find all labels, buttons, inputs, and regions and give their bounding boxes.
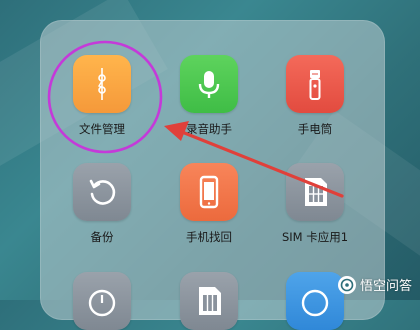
app-backup[interactable]: 备份: [57, 163, 147, 245]
watermark-text: 悟空问答: [359, 279, 412, 294]
app-find-phone[interactable]: 手机找回: [164, 163, 254, 245]
app-file-manager[interactable]: 文件管理: [57, 55, 147, 137]
sim-card-icon: [286, 163, 344, 221]
sim-card-icon: [180, 272, 238, 330]
flashlight-icon: [286, 55, 344, 113]
browser-icon: [286, 272, 344, 330]
watermark: 悟空问答: [337, 275, 412, 294]
app-label: 录音助手: [186, 122, 232, 136]
app-clock[interactable]: [57, 272, 147, 330]
folder-document-icon: [73, 55, 131, 113]
wukong-logo-icon: [337, 275, 356, 294]
app-sim-toolkit-2[interactable]: [164, 272, 254, 330]
phone-find-icon: [180, 163, 238, 221]
clock-icon: [73, 272, 131, 330]
app-label: 备份: [90, 230, 114, 244]
app-label: 手电筒: [297, 122, 333, 136]
app-sim-toolkit-1[interactable]: SIM 卡应用1: [270, 163, 360, 245]
app-label: SIM 卡应用1: [281, 230, 349, 244]
app-label: 文件管理: [79, 122, 125, 136]
app-label: 手机找回: [186, 230, 232, 244]
backup-refresh-icon: [73, 163, 131, 221]
microphone-icon: [180, 55, 238, 113]
app-voice-recorder[interactable]: 录音助手: [164, 55, 254, 137]
app-flashlight[interactable]: 手电筒: [270, 55, 360, 137]
